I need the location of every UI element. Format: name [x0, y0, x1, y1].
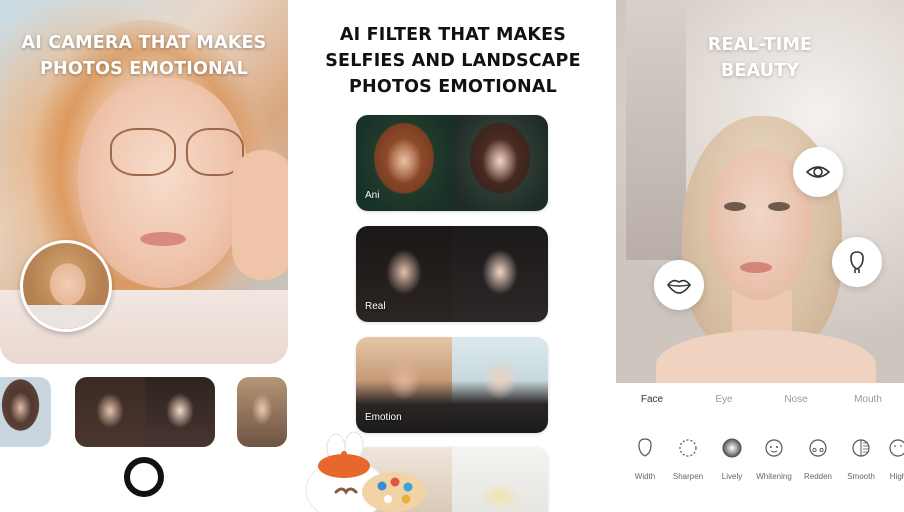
tool-width[interactable]: Width [623, 437, 667, 481]
panel2-headline: AI FILTER THAT MAKES SELFIES AND LANDSCA… [325, 25, 581, 97]
lips-feature-button[interactable] [654, 260, 704, 310]
tool-label: Width [634, 472, 656, 481]
tab-mouth[interactable]: Mouth [854, 394, 882, 405]
lively-icon [722, 438, 742, 458]
lips-shape [740, 262, 772, 273]
tool-label: Redden [803, 472, 833, 481]
lips-icon [667, 279, 691, 294]
sharpen-icon [679, 439, 697, 457]
filter-label: Real [365, 301, 386, 312]
panel-real-time-beauty: REAL-TIME BEAUTY Face Eye Nose Mouth Wid… [616, 0, 904, 512]
face-width-icon [638, 438, 652, 457]
eye-feature-button[interactable] [793, 147, 843, 197]
tab-nose[interactable]: Nose [784, 394, 807, 405]
face-shape [78, 78, 248, 288]
hand-shape [232, 150, 288, 280]
thumb-filtered-half [145, 377, 215, 447]
filter-card-real[interactable]: Real [356, 226, 548, 322]
face-contour-feature-button[interactable] [832, 237, 882, 287]
after-image [452, 447, 548, 512]
tool-redden[interactable]: Redden [796, 437, 840, 481]
after-image [452, 337, 548, 433]
tool-label: High [889, 472, 904, 481]
panel-ai-camera: AI CAMERA THAT MAKES PHOTOS EMOTIONAL [0, 0, 290, 512]
tool-label: Sharpen [672, 472, 704, 481]
panel-ai-filter: AI FILTER THAT MAKES SELFIES AND LANDSCA… [290, 0, 616, 512]
filter-thumb-previous[interactable] [0, 377, 51, 447]
panel3-headline: REAL-TIME BEAUTY [707, 35, 813, 81]
filter-label: Ani [365, 190, 380, 201]
after-image [452, 226, 548, 322]
right-eye-shape [768, 202, 790, 211]
filter-label: Emotion [365, 412, 402, 423]
after-image [452, 115, 548, 211]
tool-sharpen[interactable]: Sharpen [666, 437, 710, 481]
highlight-icon [889, 439, 904, 457]
smooth-icon [852, 439, 870, 457]
filter-card-ani[interactable]: Ani [356, 115, 548, 211]
whitening-icon [765, 439, 783, 457]
tool-lively[interactable]: Lively [710, 437, 754, 481]
face-contour-icon [850, 251, 864, 273]
filter-card-emotion[interactable]: Emotion [356, 337, 548, 433]
panel1-headline: AI CAMERA THAT MAKES PHOTOS EMOTIONAL [21, 33, 267, 79]
left-eye-shape [724, 202, 746, 211]
original-photo-inset[interactable] [20, 240, 112, 332]
tool-label: Whitening [756, 472, 792, 481]
shoulders-shape [656, 330, 876, 383]
eye-icon [805, 166, 831, 178]
tab-face[interactable]: Face [641, 394, 663, 405]
beauty-tools-row: Width Sharpen Lively Whitening Redden Sm… [616, 437, 904, 487]
glasses-left-lens [110, 128, 176, 176]
painter-mascot-illustration [305, 432, 426, 512]
thumb-original-half [75, 377, 145, 447]
tool-label: Lively [721, 472, 743, 481]
filter-thumb-selected[interactable] [75, 377, 215, 447]
redden-icon [809, 439, 827, 457]
shutter-button[interactable] [124, 457, 164, 497]
tool-whitening[interactable]: Whitening [752, 437, 796, 481]
lips-shape [140, 232, 186, 246]
tool-highlight[interactable]: High [876, 437, 904, 481]
beauty-category-tabs: Face Eye Nose Mouth [616, 394, 904, 418]
filter-thumb-next[interactable] [237, 377, 287, 447]
inset-shirt [23, 305, 109, 329]
tab-eye[interactable]: Eye [715, 394, 732, 405]
